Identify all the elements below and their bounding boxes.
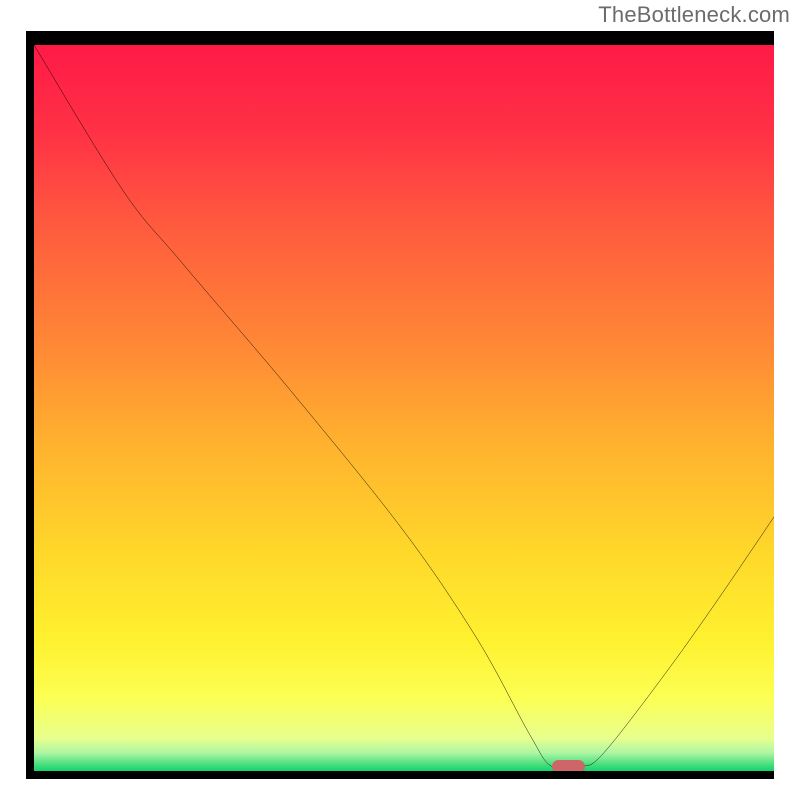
plot-frame — [26, 31, 774, 779]
optimal-range-marker — [552, 760, 585, 771]
bottleneck-curve — [34, 45, 774, 771]
watermark-text: TheBottleneck.com — [598, 2, 790, 28]
plot-area — [34, 45, 774, 771]
